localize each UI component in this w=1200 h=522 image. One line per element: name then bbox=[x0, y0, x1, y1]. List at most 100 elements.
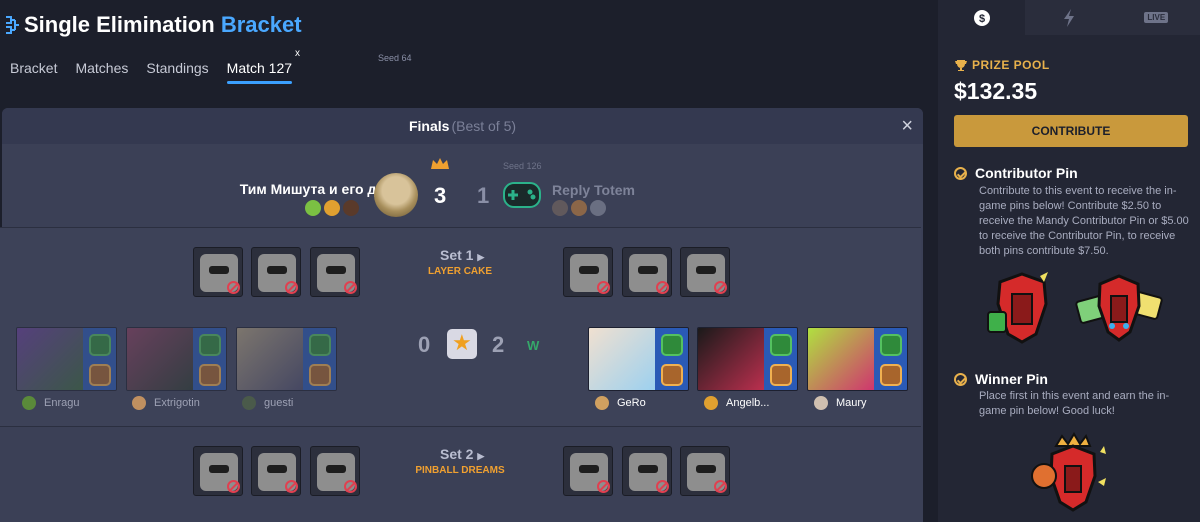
winner-pin-icon bbox=[1031, 432, 1106, 512]
team-b-roster bbox=[552, 200, 606, 216]
brawler-pick[interactable] bbox=[807, 327, 908, 391]
team-a-score: 3 bbox=[434, 183, 447, 208]
contribute-button[interactable]: CONTRIBUTE bbox=[954, 115, 1188, 147]
avatar bbox=[814, 396, 828, 410]
banned-brawler bbox=[251, 247, 301, 297]
star-power-icon bbox=[309, 364, 331, 386]
star-power-icon bbox=[770, 364, 792, 386]
trophy-icon bbox=[955, 59, 967, 71]
team-b-name[interactable]: Reply Totem bbox=[552, 182, 635, 198]
player-name: Enragu bbox=[44, 397, 80, 409]
banned-brawler bbox=[622, 247, 672, 297]
sidebar: $ LIVE PRIZE POOL $132.35 CONTRIBUTE Con… bbox=[938, 0, 1200, 522]
tab-activity[interactable] bbox=[1025, 0, 1112, 35]
star-power-icon bbox=[661, 364, 683, 386]
live-badge: LIVE bbox=[1144, 12, 1169, 23]
gadget-icon bbox=[661, 334, 683, 356]
player-item[interactable]: Enragu bbox=[22, 396, 79, 410]
check-circle-icon bbox=[954, 166, 967, 180]
avatar[interactable] bbox=[305, 200, 321, 216]
star-power-icon bbox=[880, 364, 902, 386]
ban-icon bbox=[227, 480, 240, 493]
set-2-title[interactable]: Set 2 ▶ bbox=[440, 446, 484, 462]
ban-icon bbox=[656, 281, 669, 294]
set-2-map: PINBALL DREAMS bbox=[415, 465, 505, 476]
avatar[interactable] bbox=[571, 200, 587, 216]
tab-prize[interactable]: $ bbox=[938, 0, 1026, 35]
ban-icon bbox=[227, 281, 240, 294]
ban-icon bbox=[285, 480, 298, 493]
dollar-icon: $ bbox=[973, 9, 990, 26]
avatar[interactable] bbox=[590, 200, 606, 216]
brawler-pick[interactable] bbox=[16, 327, 117, 391]
avatar[interactable] bbox=[343, 200, 359, 216]
gadget-icon bbox=[89, 334, 111, 356]
player-item[interactable]: GeRo bbox=[595, 396, 646, 410]
brawler-pick[interactable] bbox=[236, 327, 337, 391]
contributor-pin-title: Contributor Pin bbox=[975, 165, 1078, 181]
mandy-pin-icon bbox=[987, 272, 1048, 344]
banned-brawler bbox=[563, 446, 613, 496]
set-1-label: Set 1 bbox=[440, 247, 474, 263]
player-name: Extrigotin bbox=[154, 397, 200, 409]
set-2-label: Set 2 bbox=[440, 446, 474, 462]
prize-label-text: PRIZE POOL bbox=[972, 58, 1050, 72]
banned-brawler bbox=[680, 247, 730, 297]
set-1-title[interactable]: Set 1 ▶ bbox=[440, 247, 484, 263]
set-1-score-a: 0 bbox=[418, 332, 431, 357]
set-1-map: LAYER CAKE bbox=[427, 266, 493, 277]
banned-brawler bbox=[193, 247, 243, 297]
player-item[interactable]: Maury bbox=[814, 396, 867, 410]
set-2: Set 2 ▶ PINBALL DREAMS bbox=[0, 426, 921, 522]
avatar[interactable] bbox=[552, 200, 568, 216]
winner-pin-text: Place first in this event and earn the i… bbox=[979, 390, 1170, 417]
brawler-pick[interactable] bbox=[126, 327, 227, 391]
sidebar-tabs: $ LIVE bbox=[938, 0, 1200, 35]
star-power-icon bbox=[199, 364, 221, 386]
brawler-pick[interactable] bbox=[588, 327, 689, 391]
winner-pin-heading: Winner Pin bbox=[954, 371, 1048, 387]
player-item[interactable]: guesti bbox=[242, 396, 293, 410]
caret-right-icon: ▶ bbox=[477, 252, 485, 262]
ban-icon bbox=[714, 480, 727, 493]
ban-icon bbox=[714, 281, 727, 294]
contributor-pin-heading: Contributor Pin bbox=[954, 165, 1078, 181]
team-a-seed: Seed 64 bbox=[378, 53, 412, 63]
gadget-icon bbox=[880, 334, 902, 356]
player-item[interactable]: Extrigotin bbox=[132, 396, 200, 410]
avatar bbox=[132, 396, 146, 410]
team-a-roster bbox=[305, 200, 359, 216]
team-b-seed: Seed 126 bbox=[503, 161, 542, 171]
avatar[interactable] bbox=[324, 200, 340, 216]
winner-pin-title: Winner Pin bbox=[975, 371, 1048, 387]
ban-icon bbox=[597, 480, 610, 493]
ban-icon bbox=[285, 281, 298, 294]
team-b-score: 1 bbox=[477, 183, 490, 208]
ban-icon bbox=[344, 480, 357, 493]
svg-text:$: $ bbox=[979, 13, 985, 25]
caret-right-icon: ▶ bbox=[477, 451, 485, 461]
winner-badge: W bbox=[527, 338, 540, 353]
tab-live[interactable]: LIVE bbox=[1113, 0, 1200, 35]
gamepad-avatar-icon[interactable] bbox=[500, 173, 544, 217]
avatar bbox=[704, 396, 718, 410]
avatar bbox=[242, 396, 256, 410]
banned-brawler bbox=[563, 247, 613, 297]
player-name: GeRo bbox=[617, 397, 646, 409]
team-a-avatar[interactable] bbox=[374, 173, 418, 217]
contributor-pin-icon bbox=[1075, 274, 1163, 342]
banned-brawler bbox=[310, 446, 360, 496]
check-circle-icon bbox=[954, 372, 967, 386]
gadget-icon bbox=[309, 334, 331, 356]
gadget-icon bbox=[199, 334, 221, 356]
ban-icon bbox=[597, 281, 610, 294]
brawler-pick[interactable] bbox=[697, 327, 798, 391]
ban-icon bbox=[344, 281, 357, 294]
player-name: guesti bbox=[264, 397, 294, 409]
banned-brawler bbox=[251, 446, 301, 496]
avatar bbox=[595, 396, 609, 410]
prize-pool-label: PRIZE POOL bbox=[954, 58, 1050, 72]
set-1-score-b: 2 bbox=[492, 332, 505, 357]
lightning-icon bbox=[1063, 8, 1074, 27]
player-item[interactable]: Angelb... bbox=[704, 396, 769, 410]
